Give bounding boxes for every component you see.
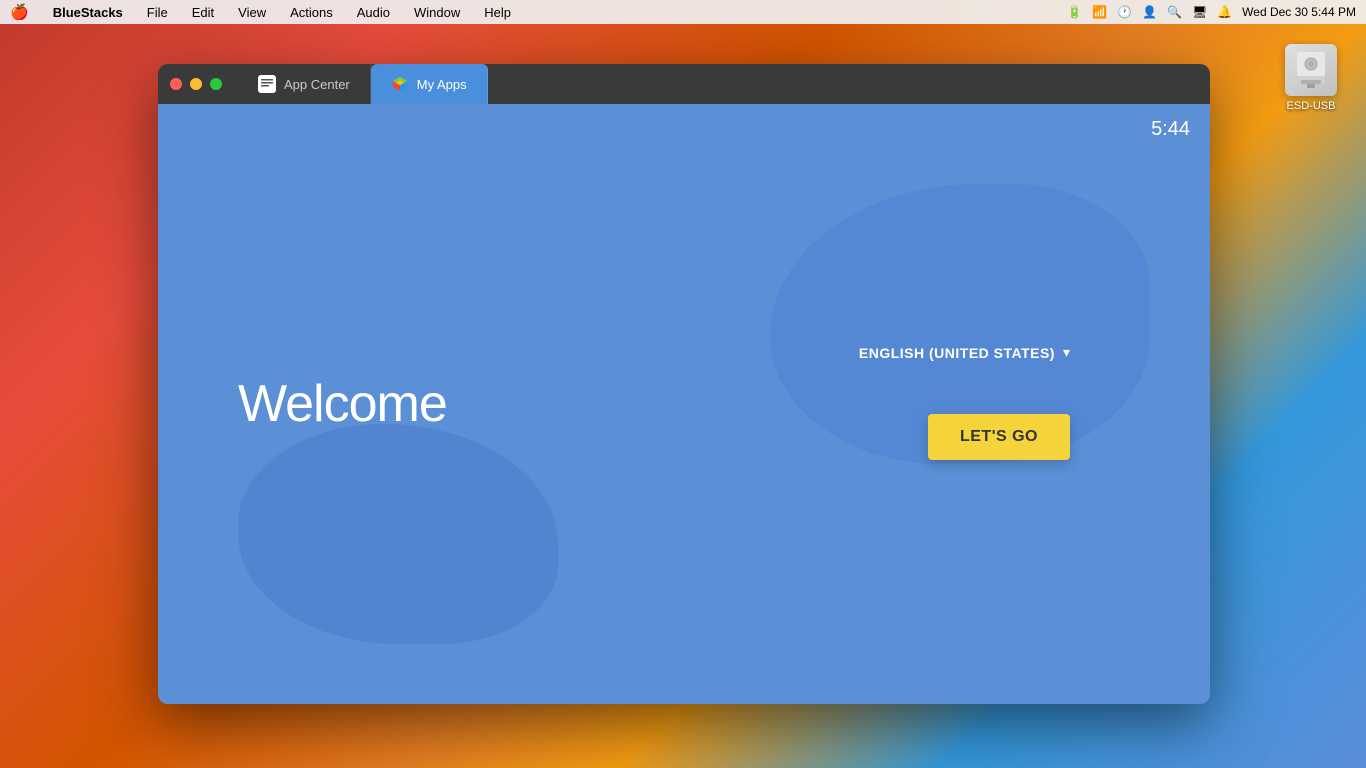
user-icon: 👤 (1142, 5, 1157, 19)
time-display: 5:44 (1151, 118, 1190, 141)
menubar-actions[interactable]: Actions (286, 5, 337, 20)
search-icon[interactable]: 🔍 (1167, 5, 1182, 19)
tab-app-center[interactable]: App Center (238, 64, 371, 104)
display-icon: 🖥 (1192, 5, 1207, 19)
tab-my-apps[interactable]: My Apps (371, 64, 488, 104)
dropdown-arrow-icon: ▾ (1063, 344, 1070, 361)
menubar-help[interactable]: Help (480, 5, 515, 20)
welcome-heading: Welcome (238, 374, 447, 434)
apple-logo-icon[interactable]: 🍎 (10, 3, 29, 21)
menubar-app-name[interactable]: BlueStacks (49, 5, 127, 20)
tab-bar: App Center My Apps (238, 64, 1198, 104)
maximize-button[interactable] (210, 78, 222, 90)
battery-icon: 🔋 (1067, 5, 1082, 19)
my-apps-tab-icon (391, 75, 409, 93)
desktop-icon-esd-usb[interactable]: ESD-USB (1276, 44, 1346, 112)
menubar-edit[interactable]: Edit (188, 5, 218, 20)
menubar: 🍎 BlueStacks File Edit View Actions Audi… (0, 0, 1366, 24)
window-controls (170, 78, 222, 90)
wifi-icon: 📶 (1092, 5, 1107, 19)
language-selector[interactable]: ENGLISH (UNITED STATES) ▾ (859, 344, 1070, 361)
tab-app-center-label: App Center (284, 77, 350, 92)
window-content: 5:44 Welcome ENGLISH (UNITED STATES) ▾ L… (158, 104, 1210, 704)
close-button[interactable] (170, 78, 182, 90)
menubar-right: 🔋 📶 🕐 👤 🔍 🖥 🔔 Wed Dec 30 5:44 PM (1067, 5, 1356, 19)
app-center-tab-icon (258, 75, 276, 93)
notification-icon[interactable]: 🔔 (1217, 5, 1232, 19)
blob-decoration-2 (238, 424, 558, 644)
minimize-button[interactable] (190, 78, 202, 90)
blob-decoration-3 (358, 124, 638, 324)
menubar-file[interactable]: File (143, 5, 172, 20)
language-label: ENGLISH (UNITED STATES) (859, 345, 1055, 361)
bluestacks-window: App Center My Apps (158, 64, 1210, 704)
window-titlebar: App Center My Apps (158, 64, 1210, 104)
tab-my-apps-label: My Apps (417, 77, 467, 92)
esd-usb-label: ESD-USB (1287, 100, 1336, 112)
menubar-view[interactable]: View (234, 5, 270, 20)
esd-usb-icon (1285, 44, 1337, 96)
menubar-left: 🍎 BlueStacks File Edit View Actions Audi… (10, 3, 515, 21)
menubar-audio[interactable]: Audio (353, 5, 394, 20)
lets-go-button[interactable]: LET'S GO (928, 414, 1070, 460)
menubar-window[interactable]: Window (410, 5, 464, 20)
clock-icon: 🕐 (1117, 5, 1132, 19)
datetime-display: Wed Dec 30 5:44 PM (1242, 5, 1356, 19)
